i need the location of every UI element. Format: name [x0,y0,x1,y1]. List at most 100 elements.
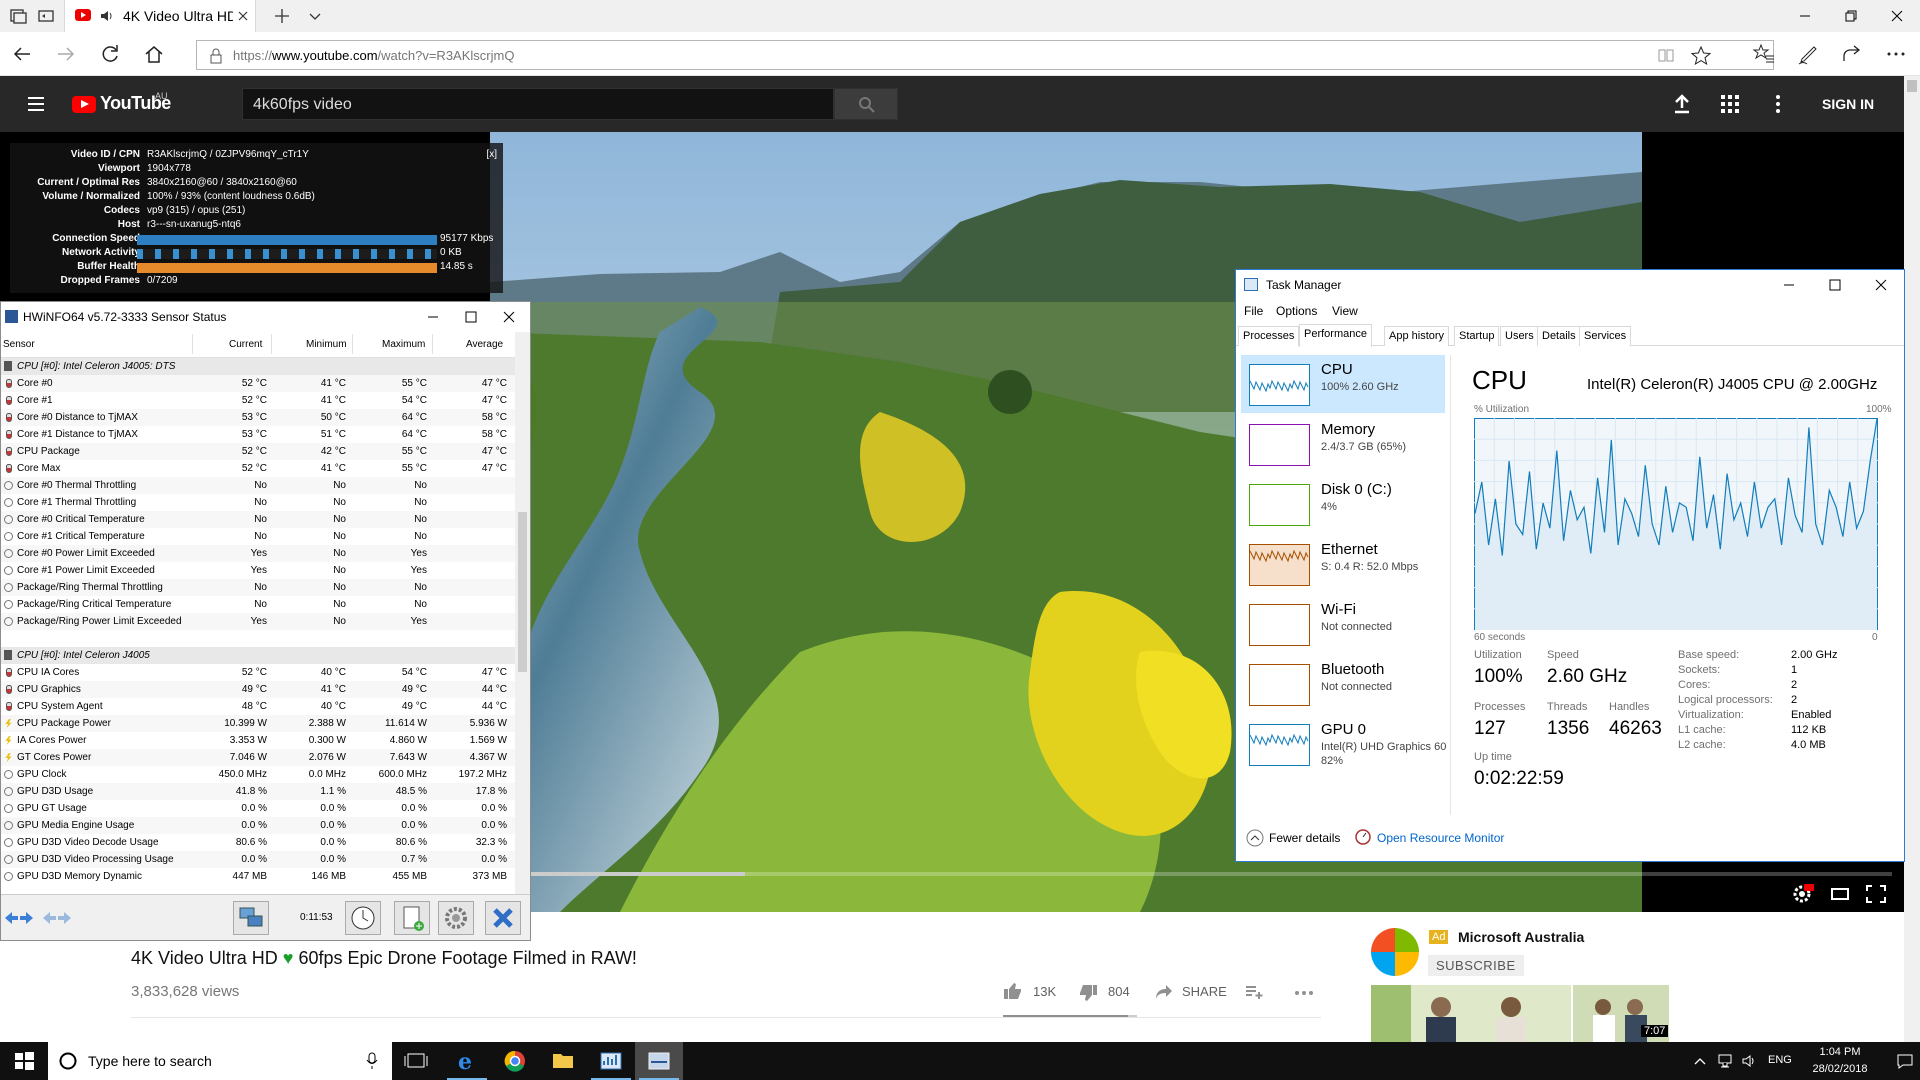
sensor-row[interactable]: CPU Package 52 °C 42 °C 55 °C 47 °C [1,443,515,460]
sensor-row[interactable]: CPU Package Power 10.399 W 2.388 W 11.614 W… [1,715,515,732]
minimize-icon[interactable] [1766,270,1812,300]
sensor-row[interactable]: Core #0 Thermal Throttling No No No [1,477,515,494]
tab-youtube[interactable]: 4K Video Ultra HD · [64,0,256,32]
sensor-row[interactable]: Core #0 Distance to TjMAX 53 °C 50 °C 64 °C… [1,409,515,426]
resource-item-gpu-0[interactable]: GPU 0 Intel(R) UHD Graphics 60 82% [1241,715,1446,773]
tab-users[interactable]: Users [1500,326,1539,346]
more-menu-icon[interactable] [1884,42,1908,66]
ad-channel-name[interactable]: Microsoft Australia [1458,929,1584,945]
sensor-row[interactable]: GPU Clock 450.0 MHz 0.0 MHz 600.0 MHz 197.2 … [1,766,515,783]
left-right-arrows-icon[interactable] [3,909,35,927]
close-sensors-button[interactable] [485,901,521,935]
sensor-row[interactable] [1,630,515,647]
sensor-row[interactable]: Package/Ring Power Limit Exceeded Yes No Ye… [1,613,515,630]
restore-icon[interactable] [1828,0,1874,32]
sensor-row[interactable]: GPU D3D Video Decode Usage 80.6 % 0.0 % 80.… [1,834,515,851]
minimize-icon[interactable] [414,302,452,332]
sensor-row[interactable]: IA Cores Power 3.353 W 0.300 W 4.860 W 1.569… [1,732,515,749]
tab-startup[interactable]: Startup [1454,326,1500,346]
task-manager-titlebar[interactable]: Task Manager [1236,270,1904,300]
share-arrow-icon[interactable] [1155,984,1173,1000]
share-button[interactable]: SHARE [1182,984,1227,999]
sensor-row[interactable]: Core #1 52 °C 41 °C 54 °C 47 °C [1,392,515,409]
sensor-group-row[interactable]: CPU [#0]: Intel Celeron J4005 [1,647,515,664]
taskbar-search-box[interactable]: Type here to search [48,1042,392,1080]
tab-app-history[interactable]: App history [1384,326,1450,346]
favorite-star-icon[interactable] [1691,46,1711,65]
menu-view[interactable]: View [1332,304,1358,318]
sensor-row[interactable]: GPU D3D Video Processing Usage 0.0 % 0.0 %… [1,851,515,868]
sensor-row[interactable]: CPU System Agent 48 °C 40 °C 49 °C 44 °C [1,698,515,715]
clock-time[interactable]: 1:04 PM [1800,1046,1880,1058]
menu-options[interactable]: Options [1276,304,1317,318]
reading-view-icon[interactable] [1657,47,1675,63]
minimize-icon[interactable] [1782,0,1828,32]
sensor-row[interactable]: Core Max 52 °C 41 °C 55 °C 47 °C [1,460,515,477]
col-average[interactable]: Average [466,339,503,350]
sensor-row[interactable]: Core #1 Critical Temperature No No No [1,528,515,545]
sensor-row[interactable]: GPU D3D Usage 41.8 % 1.1 % 48.5 % 17.8 % [1,783,515,800]
resource-monitor-icon[interactable] [1355,829,1371,845]
tab-processes[interactable]: Processes [1238,326,1300,346]
youtube-logo-icon[interactable] [72,96,96,113]
sensor-row[interactable]: Package/Ring Critical Temperature No No No [1,596,515,613]
forward-icon[interactable] [54,42,78,66]
recommended-video-thumbnail[interactable] [1371,985,1571,1042]
tab-aside-icon[interactable] [8,6,28,26]
taskbar-chrome[interactable] [491,1042,539,1080]
open-resource-monitor-link[interactable]: Open Resource Monitor [1377,831,1504,845]
sensor-row[interactable]: GT Cores Power 7.046 W 2.076 W 7.643 W 4.367… [1,749,515,766]
sensor-row[interactable]: CPU IA Cores 52 °C 40 °C 54 °C 47 °C [1,664,515,681]
reset-timer-button[interactable] [345,901,381,935]
sensor-row[interactable]: GPU GT Usage 0.0 % 0.0 % 0.0 % 0.0 % [1,800,515,817]
audio-playing-icon[interactable] [99,9,115,23]
hamburger-menu-icon[interactable] [26,94,46,114]
apps-grid-icon[interactable] [1720,94,1740,114]
taskbar-task-manager[interactable] [587,1042,635,1080]
theater-mode-icon[interactable] [1826,882,1854,906]
web-note-pen-icon[interactable] [1796,42,1820,66]
clock-date[interactable]: 28/02/2018 [1800,1063,1880,1075]
chevron-up-circle-icon[interactable] [1246,829,1264,847]
tab-preview-icon[interactable] [36,6,56,26]
sensor-row[interactable]: Core #0 52 °C 41 °C 55 °C 47 °C [1,375,515,392]
close-window-icon[interactable] [490,302,528,332]
taskbar-edge[interactable]: e [443,1042,491,1080]
fullscreen-icon[interactable] [1862,882,1890,906]
home-icon[interactable] [142,42,166,66]
tab-performance[interactable]: Performance [1299,324,1372,347]
sign-in-button[interactable]: SIGN IN [1822,96,1874,112]
col-sensor[interactable]: Sensor [3,339,35,350]
lock-icon[interactable] [209,48,223,64]
sensor-row[interactable]: Core #1 Power Limit Exceeded Yes No Yes [1,562,515,579]
sensor-scrollbar[interactable] [515,332,530,894]
tab-details[interactable]: Details [1537,326,1581,346]
sensor-row[interactable]: Core #0 Critical Temperature No No No [1,511,515,528]
page-scrollbar[interactable] [1904,76,1920,1042]
show-hidden-icons-chevron-icon[interactable] [1693,1055,1707,1067]
subscribe-button[interactable]: SUBSCRIBE [1428,955,1524,976]
left-right-arrows-disabled-icon[interactable] [41,909,73,927]
resource-item-wi-fi[interactable]: Wi-Fi Not connected [1241,595,1445,653]
menu-file[interactable]: File [1244,304,1263,318]
col-current[interactable]: Current [229,339,262,350]
resource-item-memory[interactable]: Memory 2.4/3.7 GB (65%) [1241,415,1445,473]
sensor-row[interactable]: Package/Ring Thermal Throttling No No No [1,579,515,596]
add-to-playlist-icon[interactable] [1245,984,1265,1000]
fewer-details-button[interactable]: Fewer details [1269,831,1340,845]
resource-item-disk-0-c[interactable]: Disk 0 (C:) 4% [1241,475,1445,533]
network-status-icon[interactable] [1716,1053,1734,1069]
settings-gear-icon[interactable] [1788,882,1816,906]
settings-more-icon[interactable] [1768,94,1788,114]
sensor-group-row[interactable]: CPU [#0]: Intel Celeron J4005: DTS [1,358,515,375]
new-tab-icon[interactable] [272,6,292,26]
thumbs-up-icon[interactable] [1003,982,1023,1000]
hwinfo-titlebar[interactable]: HWiNFO64 v5.72-3333 Sensor Status [1,302,530,332]
upload-icon[interactable] [1672,93,1692,115]
refresh-icon[interactable] [98,42,122,66]
url-field[interactable]: https://www.youtube.com/watch?v=R3AKlscr… [196,40,1774,70]
resource-item-cpu[interactable]: CPU 100% 2.60 GHz [1241,355,1445,413]
maximize-icon[interactable] [452,302,490,332]
settings-button[interactable] [438,901,474,935]
page-scrollbar-thumb[interactable] [1907,80,1917,92]
